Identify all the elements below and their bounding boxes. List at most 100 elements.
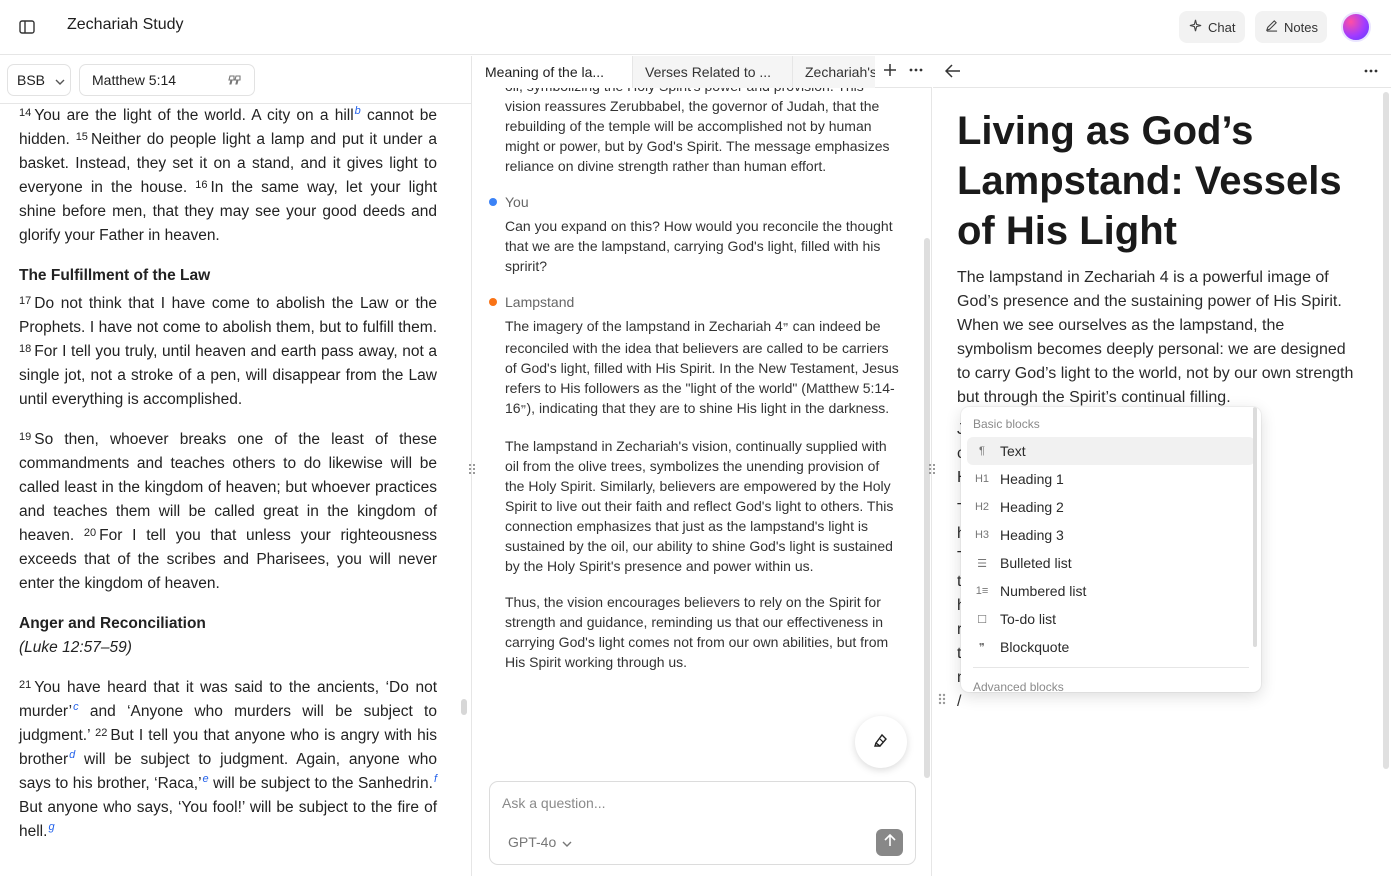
verse-number: 17 bbox=[19, 295, 32, 307]
menu-item-text[interactable]: ¶ Text bbox=[967, 437, 1255, 465]
user-message-text: Can you expand on this? How would you re… bbox=[505, 218, 893, 274]
slash-command-text[interactable]: / bbox=[957, 693, 961, 711]
scripture-paragraph: 21 You have heard that it was said to the… bbox=[19, 676, 437, 844]
scripture-paragraph: 17 Do not think that I have come to aboli… bbox=[19, 292, 437, 412]
heading-2-icon: H2 bbox=[974, 501, 990, 513]
app-title: Zechariah Study bbox=[67, 16, 184, 33]
version-label: BSB bbox=[17, 72, 46, 88]
notes-button[interactable]: Notes bbox=[1255, 11, 1327, 43]
version-select[interactable]: BSB bbox=[7, 64, 71, 96]
menu-item-numbered-list[interactable]: 1≡ Numbered list bbox=[967, 577, 1255, 605]
assistant-paragraph: The imagery of the lampstand in Zecharia… bbox=[505, 316, 901, 420]
chevron-down-icon bbox=[562, 834, 572, 850]
verse-text: But anyone who says, ‘You fool!’ will be… bbox=[19, 799, 437, 840]
verse-text: You are the light of the world. A city o… bbox=[34, 107, 354, 124]
assistant-paragraph: Thus, the vision encourages believers to… bbox=[505, 594, 889, 670]
assistant-dot-icon bbox=[489, 298, 497, 306]
verse-number: 14 bbox=[19, 107, 32, 119]
verse-text: Do not think that I have come to abolish… bbox=[19, 295, 437, 336]
speaker-name: Lampstand bbox=[505, 294, 575, 310]
assistant-text: The imagery of the lampstand in Zecharia… bbox=[505, 318, 783, 334]
highlight-tool-button[interactable] bbox=[855, 716, 907, 768]
speaker-name: You bbox=[505, 194, 529, 210]
scripture-text: 14 You are the light of the world. A city… bbox=[19, 104, 437, 860]
bible-panel: BSB 14You are the light of the world. A … bbox=[0, 56, 472, 876]
menu-item-heading-3[interactable]: H3 Heading 3 bbox=[967, 521, 1255, 549]
note-paragraph: The lampstand in Zechariah 4 is a powerf… bbox=[957, 269, 1354, 406]
chevron-down-icon bbox=[55, 72, 65, 88]
menu-item-label: To-do list bbox=[1000, 611, 1057, 627]
menu-item-bulleted-list[interactable]: ☰ Bulleted list bbox=[967, 549, 1255, 577]
menu-item-heading-2[interactable]: H2 Heading 2 bbox=[967, 493, 1255, 521]
quote-icon[interactable] bbox=[228, 73, 242, 90]
chat-button-label: Chat bbox=[1208, 19, 1236, 35]
chat-button[interactable]: Chat bbox=[1179, 11, 1245, 43]
numbered-list-icon: 1≡ bbox=[975, 585, 989, 597]
menu-item-blockquote[interactable]: ❞ Blockquote bbox=[967, 633, 1255, 661]
reference-input[interactable] bbox=[92, 72, 220, 88]
model-select[interactable]: GPT-4o bbox=[508, 834, 572, 850]
verse-number: 21 bbox=[19, 679, 32, 691]
reference-field[interactable] bbox=[79, 64, 255, 96]
chat-composer: GPT-4o bbox=[489, 781, 916, 865]
menu-item-todo-list[interactable]: ☐ To-do list bbox=[967, 605, 1255, 633]
bulleted-list-icon: ☰ bbox=[977, 557, 987, 570]
note-title[interactable]: Living as God’s Lampstand: Vessels of Hi… bbox=[957, 106, 1367, 256]
menu-section-advanced: Advanced blocks bbox=[973, 680, 1064, 692]
verse-number: 19 bbox=[19, 431, 32, 443]
top-bar: Zechariah Study Chat Notes bbox=[0, 0, 1391, 55]
cross-reference[interactable]: (Luke 12:57–59) bbox=[19, 636, 437, 660]
sidebar-toggle-icon[interactable] bbox=[16, 16, 38, 38]
avatar[interactable] bbox=[1341, 12, 1371, 42]
block-drag-handle-icon[interactable] bbox=[937, 692, 947, 711]
menu-item-label: Heading 1 bbox=[1000, 471, 1064, 487]
verse-text: For I tell you truly, until heaven and e… bbox=[19, 343, 437, 408]
scripture-paragraph: 19 So then, whoever breaks one of the lea… bbox=[19, 428, 437, 596]
menu-scrollbar[interactable] bbox=[1253, 407, 1257, 647]
add-tab-icon[interactable] bbox=[882, 62, 898, 83]
notes-button-label: Notes bbox=[1284, 19, 1318, 35]
verse-number: 18 bbox=[19, 343, 32, 355]
chat-tabs: Meaning of the la... Verses Related to .… bbox=[473, 56, 932, 88]
bible-scrollbar[interactable] bbox=[461, 699, 467, 715]
notes-scrollbar[interactable] bbox=[1383, 92, 1389, 769]
menu-item-label: Blockquote bbox=[1000, 639, 1070, 655]
footnote-marker[interactable]: f bbox=[434, 773, 437, 785]
send-button[interactable] bbox=[876, 829, 903, 856]
sparkle-icon bbox=[1189, 19, 1202, 35]
slash-command-line: / bbox=[937, 692, 961, 711]
section-heading: The Fulfillment of the Law bbox=[19, 267, 211, 284]
assistant-paragraph: The lampstand in Zechariah's vision, con… bbox=[505, 438, 894, 574]
tab-zechariahs[interactable]: Zechariah's bbox=[793, 56, 875, 88]
menu-item-label: Numbered list bbox=[1000, 583, 1087, 599]
heading-1-icon: H1 bbox=[974, 473, 990, 485]
tab-meaning[interactable]: Meaning of the la... bbox=[473, 56, 633, 88]
chat-scrollbar[interactable] bbox=[924, 238, 930, 778]
checkbox-icon: ☐ bbox=[977, 613, 987, 626]
model-label: GPT-4o bbox=[508, 834, 557, 850]
verse-text: will be subject to the Sanhedrin. bbox=[208, 775, 433, 792]
bible-toolbar: BSB bbox=[0, 56, 471, 104]
scripture-paragraph: 14 You are the light of the world. A city… bbox=[19, 104, 437, 248]
menu-section-basic: Basic blocks bbox=[973, 417, 1040, 431]
menu-item-heading-1[interactable]: H1 Heading 1 bbox=[967, 465, 1255, 493]
more-icon[interactable] bbox=[908, 62, 924, 83]
user-dot-icon bbox=[489, 198, 497, 206]
section-heading: Anger and Reconciliation bbox=[19, 615, 206, 632]
heading-3-icon: H3 bbox=[974, 529, 990, 541]
verse-number: 16 bbox=[195, 179, 208, 191]
notes-toolbar bbox=[933, 56, 1391, 88]
more-icon[interactable] bbox=[1363, 63, 1379, 84]
arrow-up-icon bbox=[883, 833, 896, 852]
paragraph-icon: ¶ bbox=[979, 445, 985, 457]
menu-item-label: Text bbox=[1000, 443, 1026, 459]
verse-number: 20 bbox=[83, 527, 97, 539]
tab-verses-related[interactable]: Verses Related to ... bbox=[633, 56, 793, 88]
footnote-marker[interactable]: g bbox=[48, 821, 54, 833]
highlighter-icon bbox=[872, 731, 890, 754]
pencil-icon bbox=[1265, 19, 1278, 35]
menu-item-label: Bulleted list bbox=[1000, 555, 1072, 571]
back-arrow-icon[interactable] bbox=[944, 64, 961, 83]
question-input[interactable] bbox=[502, 795, 902, 817]
verse-number: 22 bbox=[95, 727, 108, 739]
